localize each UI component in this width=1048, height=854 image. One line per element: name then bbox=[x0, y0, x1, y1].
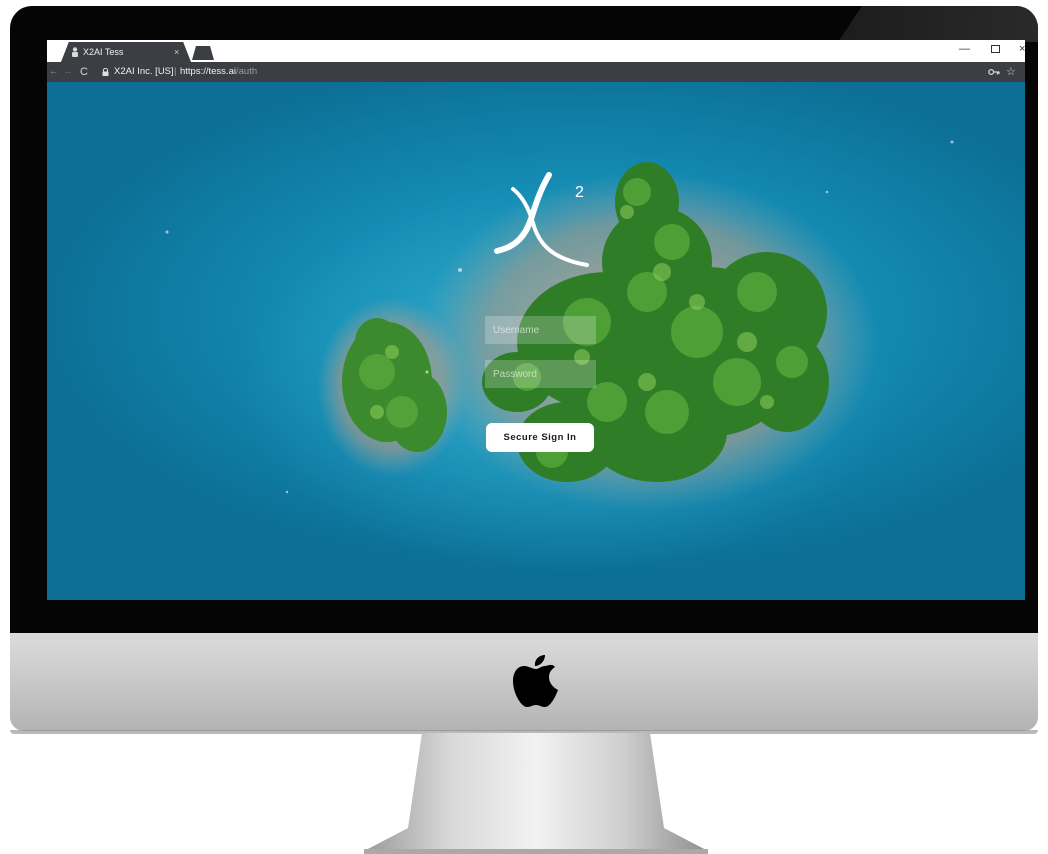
new-tab-button[interactable] bbox=[192, 46, 214, 60]
tab-close-icon[interactable]: × bbox=[174, 42, 179, 62]
minimize-icon[interactable]: — bbox=[959, 43, 970, 55]
address-bar: ← → C X2AI Inc. [US] | https://tess.ai/a… bbox=[47, 62, 1025, 82]
lock-icon bbox=[102, 68, 109, 76]
key-icon[interactable] bbox=[988, 67, 1000, 77]
bookmark-star-icon[interactable]: ☆ bbox=[1006, 62, 1016, 82]
favicon-icon bbox=[72, 47, 78, 57]
apple-logo-icon bbox=[513, 655, 558, 707]
login-page: 2 Secure Sign In bbox=[47, 82, 1025, 600]
site-identity[interactable]: X2AI Inc. [US] bbox=[114, 62, 174, 82]
tab-title: X2AI Tess bbox=[83, 47, 124, 57]
url-host: https://tess.ai bbox=[180, 66, 236, 77]
secure-sign-in-button[interactable]: Secure Sign In bbox=[486, 423, 594, 452]
url-field[interactable]: https://tess.ai/auth bbox=[180, 62, 257, 82]
maximize-icon[interactable] bbox=[991, 45, 1000, 53]
url-separator: | bbox=[174, 66, 177, 77]
username-input[interactable] bbox=[485, 316, 596, 344]
bezel-glare bbox=[838, 6, 1038, 42]
url-path: /auth bbox=[235, 66, 258, 77]
password-input[interactable] bbox=[485, 360, 596, 388]
logo-superscript: 2 bbox=[575, 184, 584, 201]
browser-tab[interactable]: X2AI Tess × bbox=[61, 42, 191, 62]
monitor-stand bbox=[364, 733, 708, 854]
tab-bar: X2AI Tess × — × bbox=[47, 40, 1025, 62]
reload-icon[interactable]: C bbox=[80, 62, 88, 82]
close-window-icon[interactable]: × bbox=[1019, 43, 1025, 55]
back-icon[interactable]: ← bbox=[49, 62, 59, 82]
screen: X2AI Tess × — × ← → C X2AI Inc. [US] | h… bbox=[47, 40, 1025, 600]
x2-logo: 2 bbox=[494, 172, 589, 267]
forward-icon[interactable]: → bbox=[63, 62, 73, 82]
